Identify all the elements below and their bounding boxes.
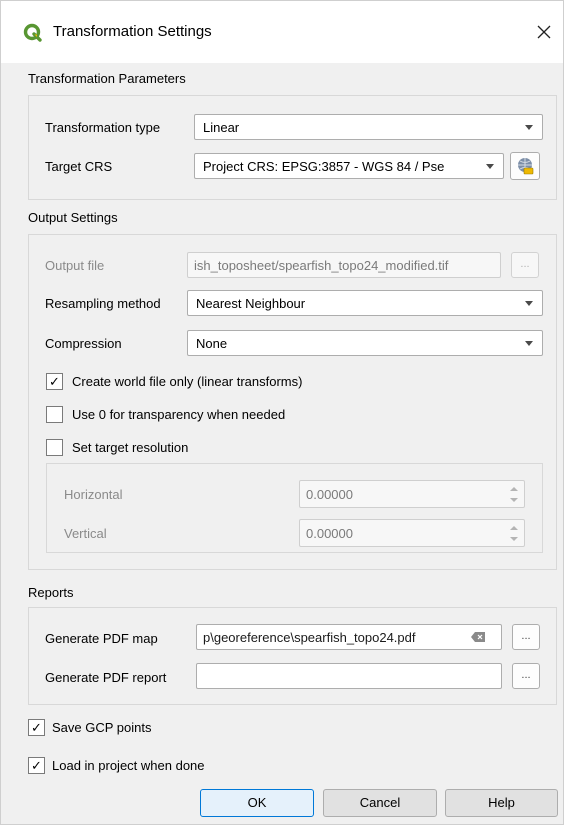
cancel-button[interactable]: Cancel [323, 789, 437, 817]
pdf-report-field[interactable] [196, 663, 502, 689]
load-in-project-label: Load in project when done [52, 758, 205, 773]
qgis-logo-icon [23, 23, 42, 42]
crs-selector-icon [518, 158, 534, 175]
vertical-spin-buttons [506, 522, 522, 544]
spin-down-button[interactable] [506, 494, 522, 505]
title-bar: Transformation Settings [1, 1, 563, 63]
transformation-type-combo[interactable]: Linear [194, 114, 543, 140]
chevron-down-icon [486, 164, 494, 169]
pdf-report-browse-button[interactable]: ... [512, 663, 540, 689]
chevron-down-icon [525, 301, 533, 306]
transformation-type-value: Linear [203, 120, 240, 135]
vertical-label: Vertical [64, 526, 107, 541]
pdf-map-browse-button[interactable]: ... [512, 624, 540, 650]
reports-group: Generate PDF map p\georeference\spearfis… [28, 607, 557, 705]
compression-value: None [196, 336, 228, 351]
vertical-spinbox[interactable]: 0.00000 [299, 519, 525, 547]
horizontal-spinbox[interactable]: 0.00000 [299, 480, 525, 508]
world-file-label: Create world file only (linear transform… [72, 374, 303, 389]
chevron-down-icon [525, 125, 533, 130]
checkmark-icon: ✓ [49, 374, 60, 389]
spin-down-button[interactable] [506, 533, 522, 544]
chevron-up-icon [510, 525, 518, 530]
spin-up-button[interactable] [506, 483, 522, 494]
transparency-label: Use 0 for transparency when needed [72, 407, 286, 422]
horizontal-value: 0.00000 [306, 487, 353, 502]
reports-heading: Reports [28, 585, 74, 600]
compression-label: Compression [45, 336, 122, 351]
transparency-checkbox[interactable] [46, 406, 63, 423]
chevron-down-icon [510, 497, 518, 502]
target-crs-value: Project CRS: EPSG:3857 - WGS 84 / Pse [203, 159, 445, 174]
transformation-parameters-group: Transformation type Linear Target CRS Pr… [28, 95, 557, 200]
world-file-checkbox[interactable]: ✓ [46, 373, 63, 390]
target-resolution-checkbox[interactable] [46, 439, 63, 456]
pdf-report-label: Generate PDF report [45, 670, 167, 685]
checkmark-icon: ✓ [31, 720, 42, 735]
output-settings-group: Output file ish_toposheet/spearfish_topo… [28, 234, 557, 570]
output-file-browse-button[interactable]: ... [511, 252, 539, 278]
horizontal-spin-buttons [506, 483, 522, 505]
target-resolution-label: Set target resolution [72, 440, 189, 455]
help-button[interactable]: Help [445, 789, 558, 817]
target-resolution-group: Horizontal 0.00000 Vertical 0.00000 [46, 463, 543, 553]
resampling-method-value: Nearest Neighbour [196, 296, 306, 311]
spin-up-button[interactable] [506, 522, 522, 533]
window-title: Transformation Settings [53, 23, 212, 40]
load-in-project-checkbox[interactable]: ✓ [28, 757, 45, 774]
target-crs-label: Target CRS [45, 159, 113, 174]
target-crs-combo[interactable]: Project CRS: EPSG:3857 - WGS 84 / Pse [194, 153, 504, 179]
pdf-map-label: Generate PDF map [45, 631, 158, 646]
ok-button[interactable]: OK [200, 789, 314, 817]
crs-selector-button[interactable] [510, 152, 540, 180]
chevron-down-icon [525, 341, 533, 346]
transformation-type-label: Transformation type [45, 120, 161, 135]
vertical-value: 0.00000 [306, 526, 353, 541]
output-file-value: ish_toposheet/spearfish_topo24_modified.… [194, 258, 449, 273]
save-gcp-label: Save GCP points [52, 720, 152, 735]
chevron-up-icon [510, 486, 518, 491]
output-file-label: Output file [45, 258, 105, 273]
checkmark-icon: ✓ [31, 758, 42, 773]
compression-combo[interactable]: None [187, 330, 543, 356]
transformation-parameters-heading: Transformation Parameters [28, 71, 186, 86]
horizontal-label: Horizontal [64, 487, 123, 502]
save-gcp-checkbox[interactable]: ✓ [28, 719, 45, 736]
pdf-map-value: p\georeference\spearfish_topo24.pdf [203, 630, 416, 645]
clear-text-icon[interactable] [471, 632, 485, 642]
transformation-settings-dialog: Transformation Settings Transformation P… [0, 0, 564, 825]
resampling-method-label: Resampling method [45, 296, 161, 311]
close-button[interactable] [531, 19, 557, 45]
chevron-down-icon [510, 536, 518, 541]
pdf-map-field[interactable]: p\georeference\spearfish_topo24.pdf [196, 624, 502, 650]
output-file-field[interactable]: ish_toposheet/spearfish_topo24_modified.… [187, 252, 501, 278]
output-settings-heading: Output Settings [28, 210, 118, 225]
resampling-method-combo[interactable]: Nearest Neighbour [187, 290, 543, 316]
close-icon [537, 25, 551, 39]
